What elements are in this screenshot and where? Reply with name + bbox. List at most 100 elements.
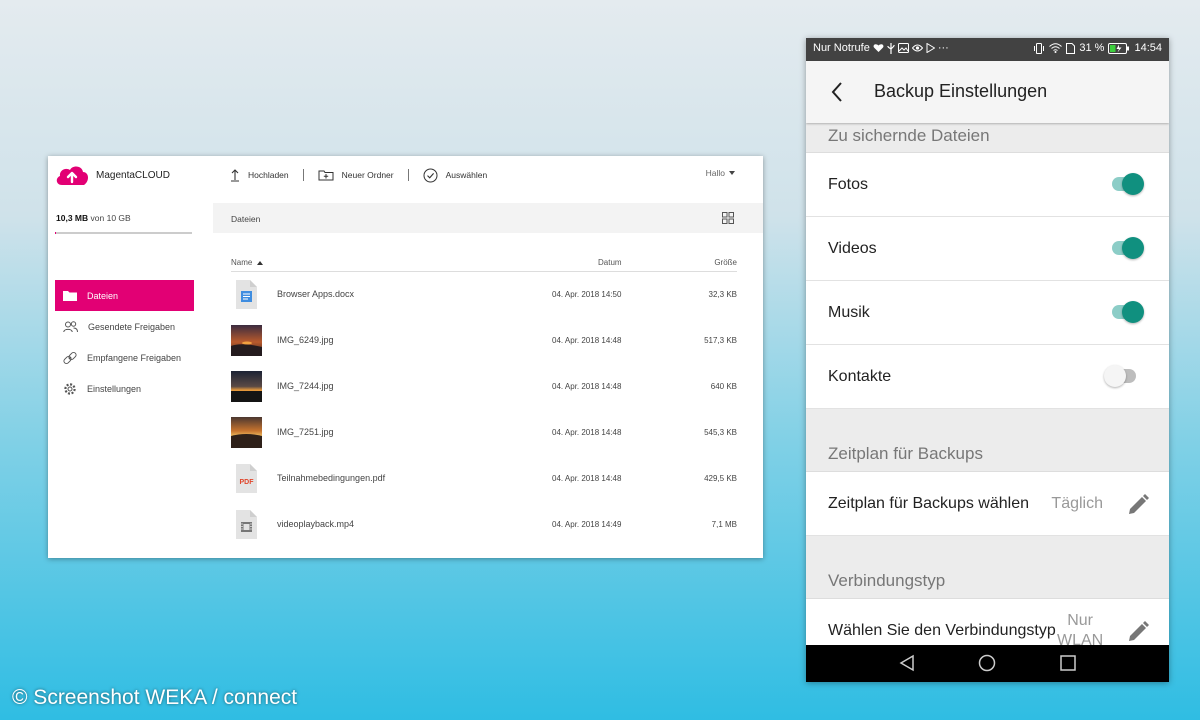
storage-of: von: [90, 213, 105, 223]
file-size: 7,1 MB: [711, 520, 737, 529]
setting-row-videos[interactable]: Videos: [806, 217, 1169, 281]
breadcrumb-bar: Dateien: [213, 203, 763, 233]
storage-usage: 10,3 MB von 10 GB: [56, 213, 131, 223]
web-header: MagentaCLOUD Hochladen Neuer Ordner Ausw…: [48, 156, 763, 204]
select-button[interactable]: Auswählen: [423, 168, 488, 183]
setting-row-connection[interactable]: Wählen Sie den Verbindungstyp Nur WLAN: [806, 599, 1169, 645]
setting-row-musik[interactable]: Musik: [806, 281, 1169, 345]
file-size: 32,3 KB: [708, 290, 737, 299]
heart-icon: [873, 44, 884, 52]
storage-used: 10,3 MB: [56, 213, 89, 223]
brand-logo[interactable]: MagentaCLOUD: [54, 164, 170, 186]
section-header-files: Zu sichernde Dateien: [806, 123, 1169, 153]
video-file-icon: [236, 510, 257, 539]
image-thumbnail: [231, 417, 262, 448]
vibrate-icon: [1034, 42, 1045, 54]
pdf-file-icon: PDF: [236, 464, 257, 493]
gear-icon: [64, 382, 76, 395]
select-label: Auswählen: [445, 170, 488, 180]
chevron-down-icon: [729, 171, 735, 175]
new-folder-button[interactable]: Neuer Ordner: [318, 169, 394, 181]
toggle-knob: [1104, 365, 1126, 387]
grid-view-icon[interactable]: [722, 212, 734, 224]
folder-icon: [63, 291, 77, 301]
storage-bar-fill: [55, 232, 57, 234]
docx-file-icon: [236, 280, 257, 309]
image-thumbnail: [231, 325, 262, 356]
status-right: 31 % 14:54: [1033, 42, 1162, 54]
file-date: 04. Apr. 2018 14:50: [552, 290, 622, 299]
column-name-label: Name: [231, 258, 253, 267]
android-nav-bar: [806, 645, 1169, 682]
nav-recents-icon[interactable]: [1060, 654, 1076, 672]
sidebar-item-label: Gesendete Freigaben: [88, 321, 176, 332]
setting-row-schedule[interactable]: Zeitplan für Backups wählen Täglich: [806, 472, 1169, 536]
nav-home-icon[interactable]: [978, 654, 996, 672]
upload-button[interactable]: Hochladen: [230, 168, 289, 182]
nav-back-icon[interactable]: [898, 654, 916, 672]
toggle-knob: [1122, 301, 1144, 323]
table-row[interactable]: PDF Teilnahmebedingungen.pdf 04. Apr. 20…: [231, 456, 737, 502]
toggle-knob: [1122, 173, 1144, 195]
setting-label: Zeitplan für Backups wählen: [828, 495, 1029, 512]
sidebar-item-dateien[interactable]: Dateien: [55, 280, 194, 311]
file-size: 517,3 KB: [704, 336, 737, 345]
user-menu[interactable]: Hallo: [706, 168, 735, 178]
carrier-text: Nur Notrufe: [813, 42, 870, 54]
copyright-credit: © Screenshot WEKA / connect: [12, 686, 298, 709]
sidebar-item-gesendete-freigaben[interactable]: Gesendete Freigaben: [55, 311, 194, 342]
column-header-date[interactable]: Datum: [598, 258, 622, 267]
file-size: 640 KB: [710, 382, 737, 391]
sidebar-item-empfangene-freigaben[interactable]: Empfangene Freigaben: [55, 342, 194, 373]
table-row[interactable]: IMG_6249.jpg 04. Apr. 2018 14:48 517,3 K…: [231, 318, 737, 364]
battery-charging-icon: [1108, 42, 1130, 54]
sidebar: Dateien Gesendete Freigaben Empfangene F…: [55, 280, 194, 404]
brand-name: MagentaCLOUD: [96, 169, 170, 181]
section-header-schedule: Zeitplan für Backups: [806, 409, 1169, 472]
table-row[interactable]: videoplayback.mp4 04. Apr. 2018 14:49 7,…: [231, 502, 737, 548]
setting-label: Musik: [828, 304, 870, 321]
file-date: 04. Apr. 2018 14:48: [552, 382, 622, 391]
toggle-switch[interactable]: [1112, 173, 1144, 195]
breadcrumb[interactable]: Dateien: [231, 214, 260, 224]
play-store-icon: [926, 43, 935, 53]
web-toolbar: Hochladen Neuer Ordner Auswählen: [230, 167, 487, 183]
file-size: 545,3 KB: [704, 428, 737, 437]
table-row[interactable]: Browser Apps.docx 04. Apr. 2018 14:50 32…: [231, 272, 737, 318]
toggle-switch[interactable]: [1112, 301, 1144, 323]
app-bar: Backup Einstellungen: [806, 61, 1169, 123]
people-icon: [63, 320, 78, 332]
eye-icon: [911, 44, 923, 52]
toggle-switch[interactable]: [1104, 365, 1136, 387]
file-date: 04. Apr. 2018 14:48: [552, 474, 622, 483]
wifi-icon: [1049, 43, 1063, 53]
setting-row-fotos[interactable]: Fotos: [806, 153, 1169, 217]
file-name: IMG_7244.jpg: [277, 381, 334, 391]
setting-label: Kontakte: [828, 368, 892, 385]
file-date: 04. Apr. 2018 14:48: [552, 428, 622, 437]
sidebar-item-label: Einstellungen: [87, 383, 142, 394]
toggle-switch[interactable]: [1112, 237, 1144, 259]
toolbar-divider: [407, 169, 409, 181]
setting-row-kontakte[interactable]: Kontakte: [806, 345, 1169, 409]
magentacloud-web-window: MagentaCLOUD Hochladen Neuer Ordner Ausw…: [48, 156, 763, 558]
table-row[interactable]: IMG_7251.jpg 04. Apr. 2018 14:48 545,3 K…: [231, 410, 737, 456]
toolbar-divider: [302, 169, 304, 181]
column-header-name[interactable]: Name: [231, 258, 264, 267]
pencil-edit-icon[interactable]: [1125, 619, 1151, 645]
usb-icon: [887, 42, 895, 54]
table-header: Name Datum Größe: [231, 256, 737, 272]
cloud-upload-icon: [56, 166, 89, 185]
table-row[interactable]: IMG_7244.jpg 04. Apr. 2018 14:48 640 KB: [231, 364, 737, 410]
file-date: 04. Apr. 2018 14:49: [552, 520, 622, 529]
back-arrow-icon[interactable]: [826, 80, 850, 104]
column-header-size[interactable]: Größe: [714, 258, 737, 267]
pencil-edit-icon[interactable]: [1125, 492, 1151, 518]
storage-bar: [55, 232, 192, 234]
status-left: Nur Notrufe ···: [813, 42, 949, 54]
more-notifications-icon: ···: [937, 42, 949, 54]
file-name: Browser Apps.docx: [277, 289, 355, 299]
file-name: videoplayback.mp4: [277, 519, 355, 529]
upload-arrow-icon: [231, 169, 239, 182]
sidebar-item-einstellungen[interactable]: Einstellungen: [55, 373, 194, 404]
